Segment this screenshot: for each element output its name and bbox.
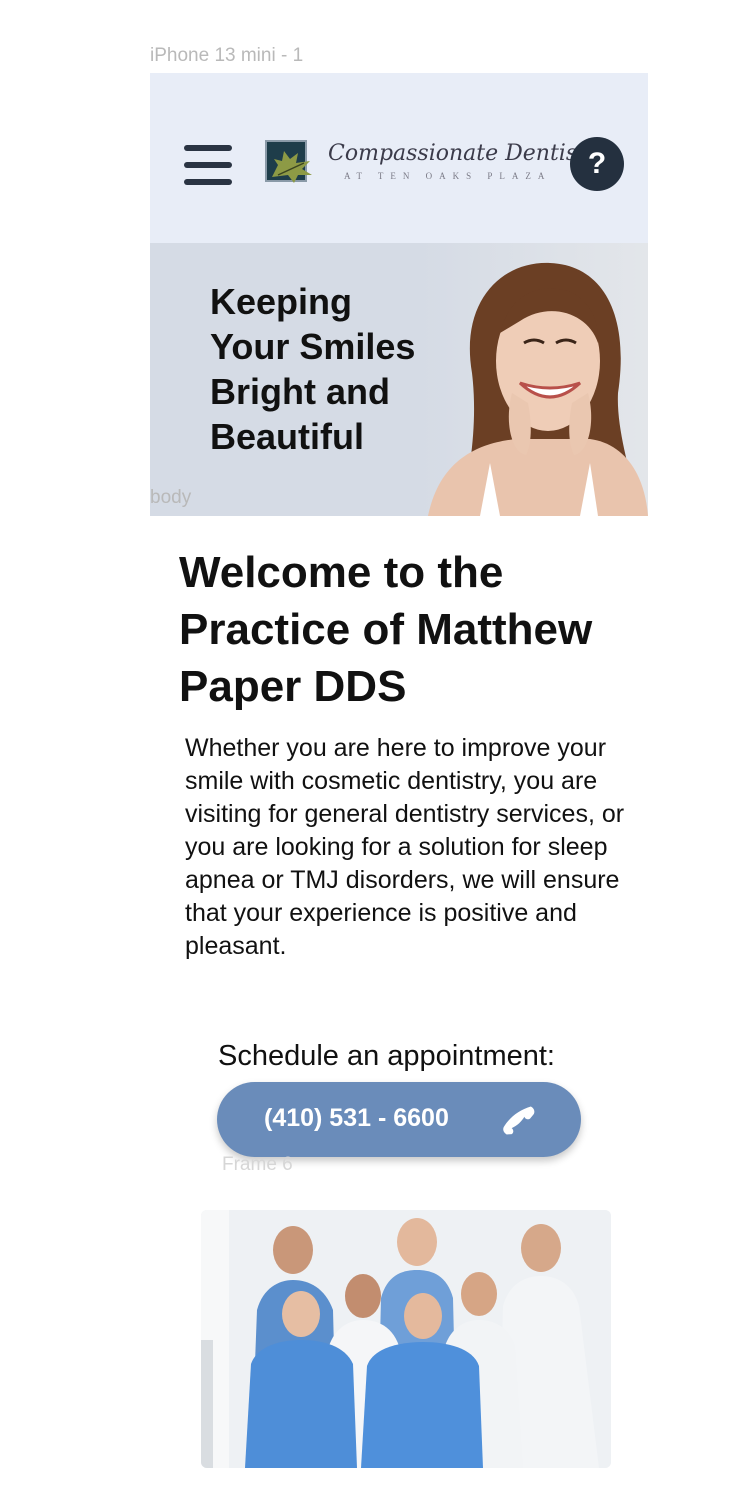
oak-leaf-logo-icon: [265, 140, 312, 183]
welcome-paragraph: Whether you are here to improve your smi…: [185, 734, 625, 960]
schedule-label: Schedule an appointment:: [218, 1040, 555, 1072]
frame-title: iPhone 13 mini - 1: [150, 45, 304, 66]
team-illustration: [201, 1210, 611, 1468]
logo[interactable]: Compassionate Dentistry AT TEN OAKS PLAZ…: [264, 135, 609, 191]
logo-subtext: AT TEN OAKS PLAZA: [344, 171, 552, 181]
help-icon[interactable]: ?: [570, 137, 624, 191]
hamburger-menu-icon[interactable]: [184, 145, 232, 187]
welcome-title: Welcome to the Practice of Matthew Paper…: [179, 548, 593, 711]
call-phone-button[interactable]: (410) 531 - 6600: [217, 1082, 581, 1157]
body-layer-label: body: [150, 487, 192, 508]
frame6-label: Frame 6: [222, 1154, 293, 1175]
logo-text: Compassionate Dentistry: [328, 141, 609, 166]
hero-title: Keeping Your Smiles Bright and Beautiful: [210, 281, 416, 457]
phone-icon: [503, 1106, 535, 1135]
smiling-woman-image: [420, 243, 648, 516]
site-header: Compassionate Dentistry AT TEN OAKS PLAZ…: [150, 73, 648, 243]
hero-banner: Keeping Your Smiles Bright and Beautiful: [150, 243, 648, 516]
dental-team-image: [201, 1210, 611, 1468]
phone-number: (410) 531 - 6600: [264, 1104, 449, 1132]
